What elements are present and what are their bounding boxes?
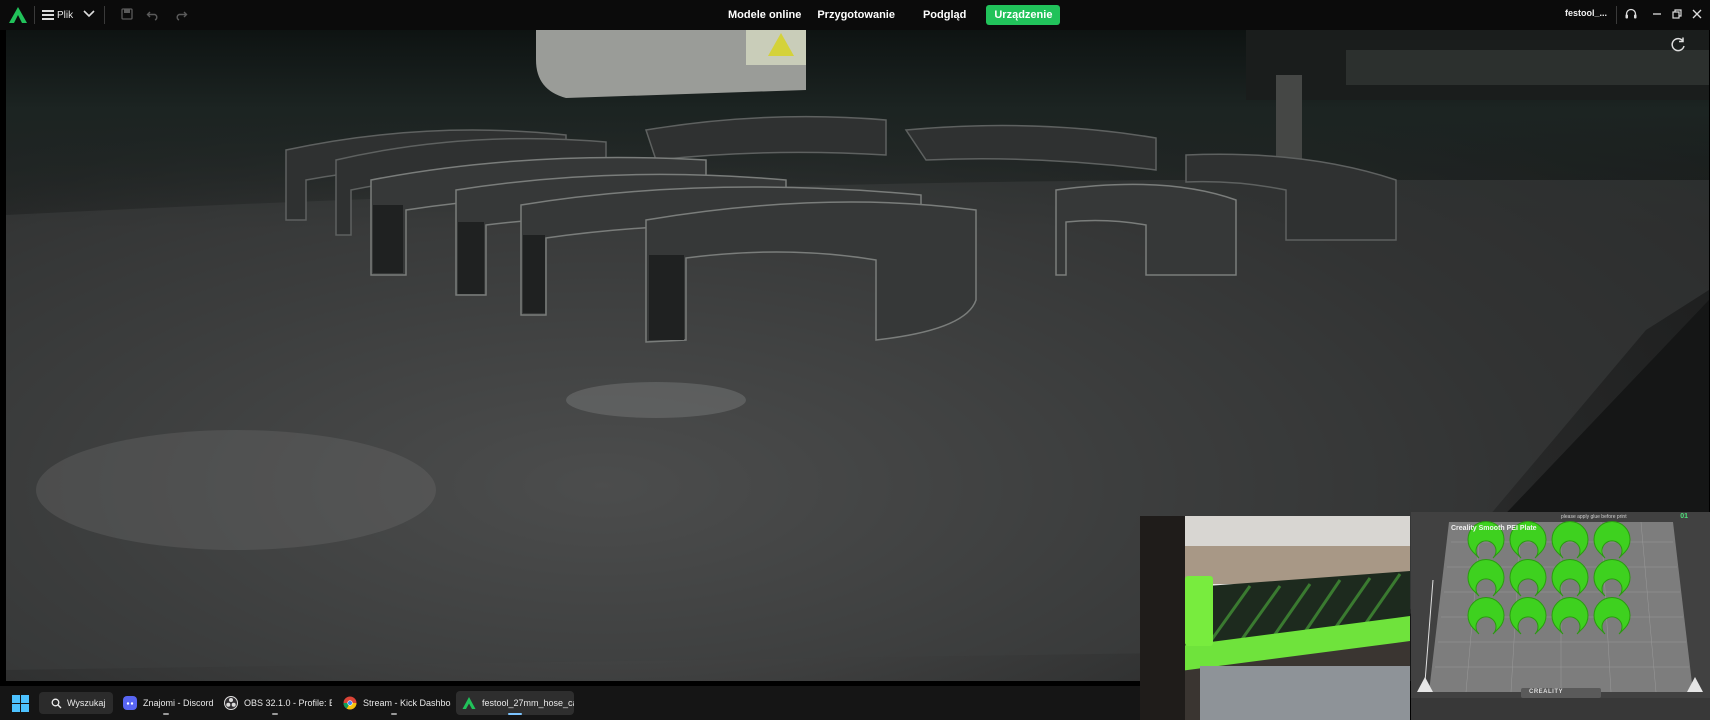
windows-start-icon[interactable] — [12, 695, 29, 712]
restore-icon[interactable] — [1670, 7, 1684, 21]
running-indicator — [508, 713, 522, 715]
taskbar-item-chrome[interactable]: Stream - Kick Dashboard — [337, 691, 451, 715]
taskbar-search[interactable]: Wyszukaj — [39, 692, 113, 714]
windows-taskbar: Wyszukaj Znajomi - Discord OBS 32.1.0 - … — [0, 686, 1140, 720]
tab-online-models[interactable]: Modele online — [720, 5, 809, 25]
taskbar-item-label: festool_27mm_hose_cab — [482, 698, 574, 708]
tab-device[interactable]: Urządzenie — [986, 5, 1061, 25]
taskbar-item-obs[interactable]: OBS 32.1.0 - Profile: Bez — [218, 691, 332, 715]
file-menu-label: Plik — [57, 9, 74, 21]
creality-print-icon — [462, 697, 476, 709]
discord-icon — [123, 696, 137, 710]
running-indicator — [272, 713, 278, 715]
user-name[interactable]: festool_... — [1565, 8, 1607, 18]
search-icon — [51, 698, 62, 708]
taskbar-item-discord[interactable]: Znajomi - Discord — [117, 691, 215, 715]
taskbar-item-label: Znajomi - Discord — [143, 698, 214, 708]
taskbar-item-label: Stream - Kick Dashboard — [363, 698, 451, 708]
redo-icon[interactable] — [174, 7, 188, 21]
creality-logo-icon — [9, 7, 27, 23]
refresh-icon[interactable] — [1669, 36, 1687, 54]
main-nav: Modele online Przygotowanie Podgląd Urzą… — [720, 1, 1061, 29]
minimize-icon[interactable] — [1650, 7, 1664, 21]
headset-support-icon[interactable] — [1624, 7, 1638, 21]
chevron-down-icon[interactable] — [82, 7, 96, 21]
tab-prepare[interactable]: Przygotowanie — [809, 5, 903, 25]
taskbar-item-label: OBS 32.1.0 - Profile: Bez — [244, 698, 332, 708]
undo-icon[interactable] — [146, 7, 160, 21]
plate-preview-thumbnail: please apply glue before print 01 Creali… — [1411, 512, 1710, 720]
close-icon[interactable] — [1690, 7, 1704, 21]
running-indicator — [163, 713, 169, 715]
taskbar-item-creality-print[interactable]: festool_27mm_hose_cab — [456, 691, 574, 715]
divider — [104, 6, 105, 24]
plate-note: please apply glue before print — [1561, 514, 1627, 520]
plate-number: 01 — [1680, 513, 1688, 520]
title-bar: Plik Modele online Przygotowanie Podgląd… — [0, 0, 1710, 30]
plate-title: Creality Smooth PEI Plate — [1451, 525, 1537, 532]
webcam-overlay — [1140, 516, 1410, 720]
plate-brand-label: CREALITY — [1529, 689, 1563, 695]
file-menu-button[interactable]: Plik — [42, 5, 73, 25]
save-icon[interactable] — [120, 7, 134, 21]
divider — [34, 6, 35, 24]
obs-icon — [224, 696, 238, 710]
search-label: Wyszukaj — [67, 698, 106, 708]
divider — [1616, 6, 1617, 24]
running-indicator — [391, 713, 397, 715]
webcam-feed-image — [1140, 516, 1410, 720]
hamburger-icon — [42, 10, 54, 20]
tab-preview[interactable]: Podgląd — [915, 5, 974, 25]
chrome-icon — [343, 696, 357, 710]
